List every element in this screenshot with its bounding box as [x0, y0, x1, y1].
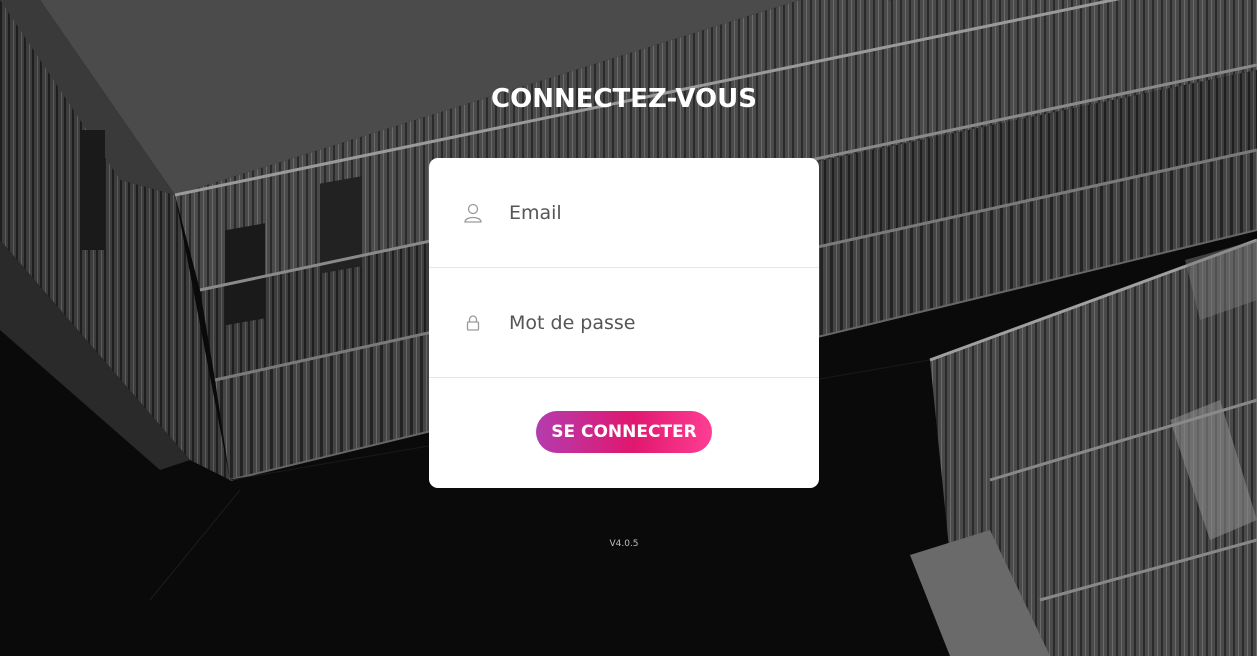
- password-field-row: [429, 268, 819, 378]
- login-card: SE CONNECTER: [429, 158, 819, 488]
- login-button[interactable]: SE CONNECTER: [536, 411, 712, 453]
- email-input[interactable]: [509, 201, 799, 224]
- version-label: V4.0.5: [609, 539, 639, 549]
- login-page: CONNECTEZ-VOUS SE CONNECTER V4: [0, 0, 1257, 656]
- lock-icon: [463, 313, 483, 333]
- submit-row: SE CONNECTER: [429, 378, 819, 486]
- password-input[interactable]: [509, 311, 799, 334]
- user-icon: [463, 203, 483, 223]
- page-title: CONNECTEZ-VOUS: [491, 84, 757, 114]
- email-field-row: [429, 158, 819, 268]
